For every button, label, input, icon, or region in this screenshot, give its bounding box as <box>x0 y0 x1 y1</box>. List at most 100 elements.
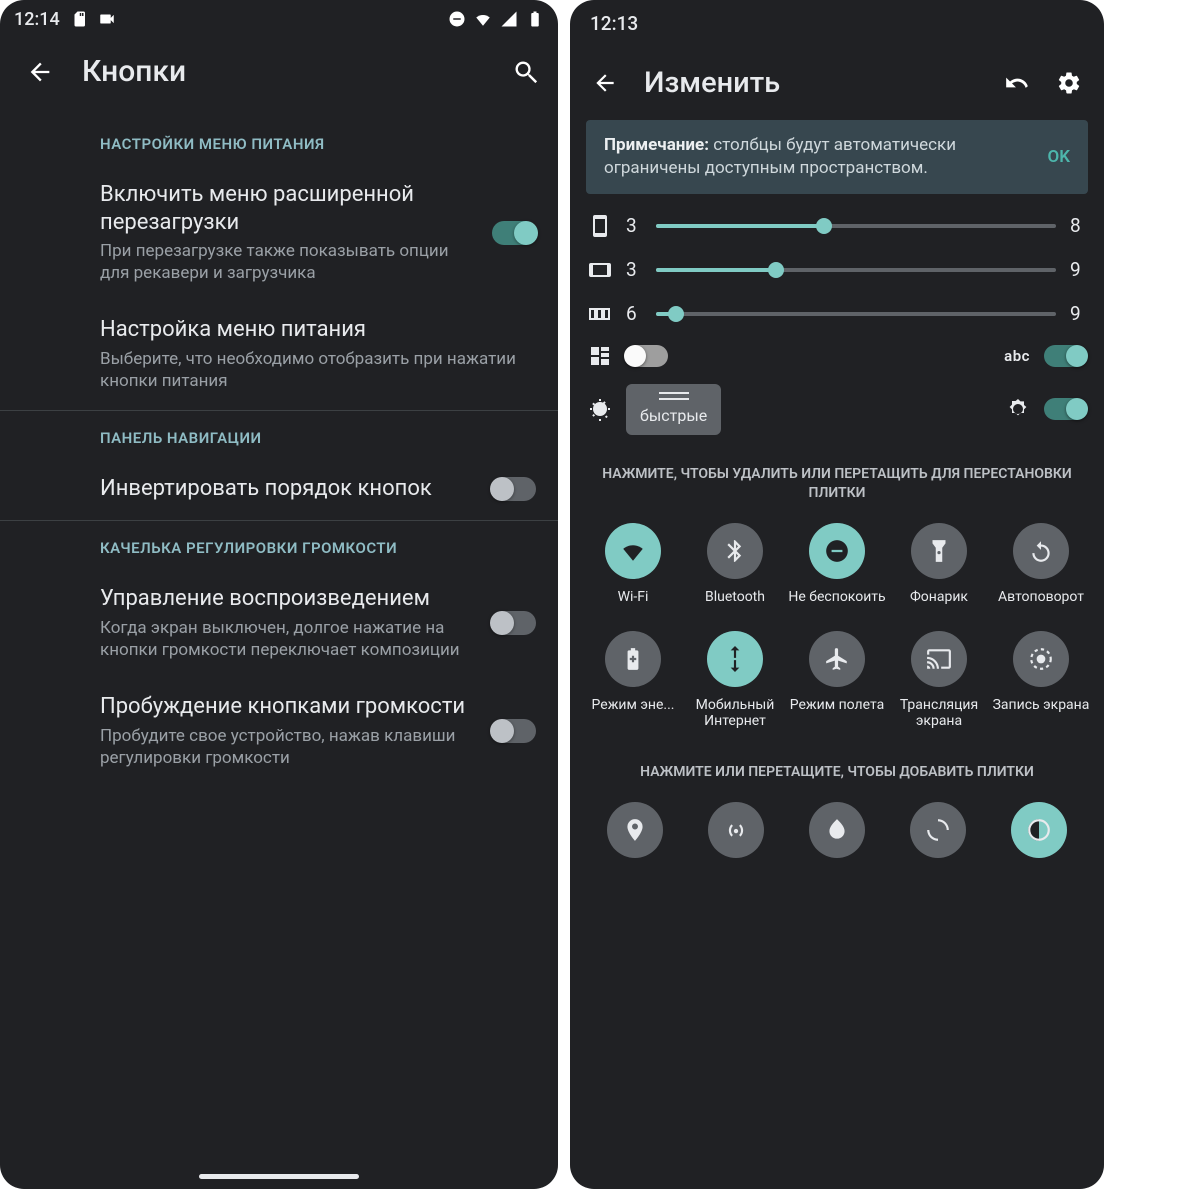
note-text: Примечание: столбцы будут автоматически … <box>604 134 1034 180</box>
slider-track[interactable] <box>656 312 1056 316</box>
airplane-icon <box>824 646 850 672</box>
page-title: Изменить <box>644 66 978 100</box>
pref-volume-wake[interactable]: Пробуждение кнопками громкости Пробудите… <box>0 679 558 787</box>
wifi-icon <box>620 538 646 564</box>
invert-icon <box>824 817 850 843</box>
record-icon <box>1028 646 1054 672</box>
slider-value: 3 <box>626 258 642 281</box>
status-bar: 12:14 <box>0 0 558 36</box>
pref-subtitle: Пробудите свое устройство, нажав клавиши… <box>100 725 478 769</box>
search-icon[interactable] <box>512 58 540 86</box>
section-power-header: НАСТРОЙКИ МЕНЮ ПИТАНИЯ <box>0 117 558 167</box>
app-bar: Изменить <box>570 46 1104 120</box>
pref-advanced-reboot[interactable]: Включить меню расширенной перезагрузки П… <box>0 167 558 302</box>
tile-mobile-data[interactable]: Мобильный Интернет <box>686 631 784 731</box>
cast-icon <box>926 646 952 672</box>
left-screenshot: 12:14 Кнопки НАСТРОЙКИ МЕНЮ ПИТАНИЯ Вклю… <box>0 0 558 1189</box>
flashlight-icon <box>926 538 952 564</box>
tile-invert-colors[interactable] <box>809 802 865 858</box>
switch-invert-nav[interactable] <box>492 477 536 501</box>
dnd-icon <box>824 538 850 564</box>
tile-hotspot[interactable] <box>708 802 764 858</box>
slider-value: 6 <box>626 302 642 325</box>
battery-status-icon <box>526 10 544 28</box>
tile-data-saver[interactable] <box>910 802 966 858</box>
settings-icon[interactable] <box>1056 70 1082 96</box>
back-icon[interactable] <box>26 58 54 86</box>
right-screenshot: 12:13 Изменить Примечание: столбцы будут… <box>570 0 1104 1189</box>
tile-cast[interactable]: Трансляция экрана <box>890 631 988 731</box>
pref-volume-playback[interactable]: Управление воспроизведением Когда экран … <box>0 571 558 679</box>
switch-volume-playback[interactable] <box>492 611 536 635</box>
slider-landscape[interactable]: 3 9 <box>570 248 1104 292</box>
tile-screen-record[interactable]: Запись экрана <box>992 631 1090 731</box>
phone-landscape-icon <box>588 258 612 282</box>
rotate-icon <box>1028 538 1054 564</box>
switch-abc[interactable] <box>1044 345 1086 367</box>
home-indicator[interactable] <box>199 1174 359 1179</box>
abc-label: abc <box>1004 347 1030 365</box>
back-icon[interactable] <box>592 70 618 96</box>
status-time: 12:13 <box>590 12 638 35</box>
status-bar: 12:13 <box>570 0 1104 46</box>
slider-max: 8 <box>1070 214 1086 237</box>
tile-autorotate[interactable]: Автоповорот <box>992 523 1090 623</box>
tile-location[interactable] <box>607 802 663 858</box>
tile-battery-saver[interactable]: Режим эне... <box>584 631 682 731</box>
pref-title: Включить меню расширенной перезагрузки <box>100 181 478 236</box>
brightness-icon <box>1006 397 1030 421</box>
note-box: Примечание: столбцы будут автоматически … <box>586 120 1088 194</box>
brightness-sun-icon <box>588 397 612 421</box>
battery-saver-icon <box>620 646 646 672</box>
toggle-row-1: abc <box>570 336 1104 376</box>
switch-volume-wake[interactable] <box>492 719 536 743</box>
tile-dnd[interactable]: Не беспокоить <box>788 523 886 623</box>
progress-icon <box>925 817 951 843</box>
slider-wide[interactable]: 6 9 <box>570 292 1104 336</box>
hotspot-icon <box>723 817 749 843</box>
video-icon <box>98 10 116 28</box>
slider-track[interactable] <box>656 224 1056 228</box>
pref-invert-nav[interactable]: Инвертировать порядок кнопок <box>0 461 558 521</box>
tile-dark-theme[interactable] <box>1011 802 1067 858</box>
app-bar: Кнопки <box>0 36 558 117</box>
wifi-status-icon <box>474 10 492 28</box>
pref-subtitle: Когда экран выключен, долгое нажатие на … <box>100 617 478 661</box>
undo-icon[interactable] <box>1004 70 1030 96</box>
page-title: Кнопки <box>82 54 484 89</box>
pref-subtitle: Выберите, что необходимо отобразить при … <box>100 348 536 392</box>
layout-icon <box>588 344 612 368</box>
switch-brightness[interactable] <box>1044 398 1086 420</box>
slider-max: 9 <box>1070 302 1086 325</box>
status-time: 12:14 <box>14 9 60 30</box>
tile-flashlight[interactable]: Фонарик <box>890 523 988 623</box>
tile-wifi[interactable]: Wi-Fi <box>584 523 682 623</box>
tile-grid-inactive <box>570 796 1104 858</box>
note-ok-button[interactable]: OK <box>1048 147 1071 167</box>
signal-status-icon <box>500 10 518 28</box>
switch-advanced-reboot[interactable] <box>492 221 536 245</box>
hint-add: НАЖМИТЕ ИЛИ ПЕРЕТАЩИТЕ, ЧТОБЫ ДОБАВИТЬ П… <box>570 741 1104 796</box>
pref-power-menu[interactable]: Настройка меню питания Выберите, что нео… <box>0 302 558 410</box>
location-icon <box>622 817 648 843</box>
dnd-status-icon <box>448 10 466 28</box>
pref-title: Инвертировать порядок кнопок <box>100 475 478 503</box>
tile-airplane[interactable]: Режим полета <box>788 631 886 731</box>
slider-value: 3 <box>626 214 642 237</box>
sd-icon <box>70 10 88 28</box>
bluetooth-icon <box>722 538 748 564</box>
pref-title: Настройка меню питания <box>100 316 536 344</box>
tile-grid-active: Wi-Fi Bluetooth Не беспокоить Фонарик Ав… <box>570 517 1104 741</box>
qs-mode-chip[interactable]: быстрые <box>626 384 721 435</box>
data-icon <box>722 646 748 672</box>
section-nav-header: ПАНЕЛЬ НАВИГАЦИИ <box>0 411 558 461</box>
tablet-icon <box>588 302 612 326</box>
tile-bluetooth[interactable]: Bluetooth <box>686 523 784 623</box>
slider-portrait[interactable]: 3 8 <box>570 204 1104 248</box>
slider-track[interactable] <box>656 268 1056 272</box>
section-volume-header: КАЧЕЛЬКА РЕГУЛИРОВКИ ГРОМКОСТИ <box>0 521 558 571</box>
pref-subtitle: При перезагрузке также показывать опции … <box>100 240 478 284</box>
toggle-row-2: быстрые <box>570 376 1104 443</box>
dark-theme-icon <box>1026 817 1052 843</box>
switch-layout[interactable] <box>626 345 668 367</box>
